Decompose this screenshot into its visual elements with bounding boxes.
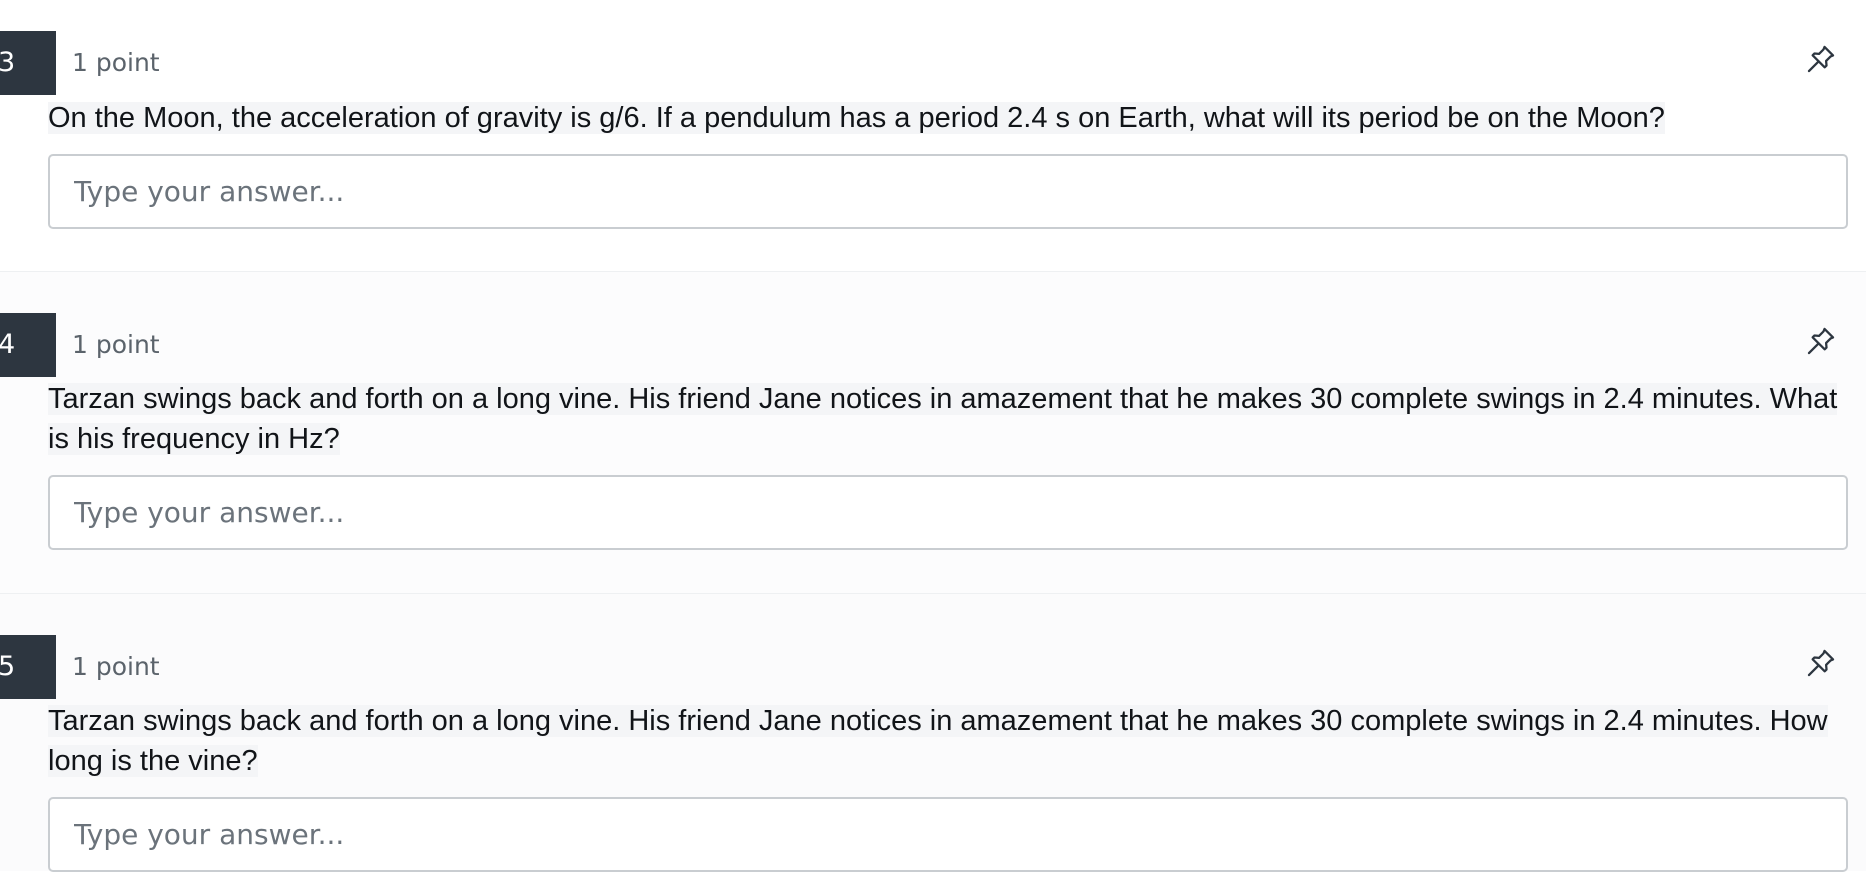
question-prompt: On the Moon, the acceleration of gravity… [48,102,1665,134]
answer-input[interactable] [48,154,1848,229]
pin-icon[interactable] [1804,324,1838,358]
question-prompt: Tarzan swings back and forth on a long v… [48,705,1828,777]
question-number-badge: 4 [0,313,56,377]
question-points: 1 point [72,652,160,681]
question-card: 4 1 point Tarzan swings back and forth o… [0,272,1866,594]
question-prompt: Tarzan swings back and forth on a long v… [48,383,1838,455]
pin-icon[interactable] [1804,42,1838,76]
pin-icon[interactable] [1804,646,1838,680]
answer-input[interactable] [48,475,1848,550]
question-number-badge: 5 [0,635,56,699]
question-points: 1 point [72,330,160,359]
question-card: 5 1 point Tarzan swings back and forth o… [0,594,1866,872]
question-points: 1 point [72,48,160,77]
question-card: 3 1 point On the Moon, the acceleration … [0,0,1866,272]
question-number-badge: 3 [0,31,56,95]
answer-input[interactable] [48,797,1848,872]
